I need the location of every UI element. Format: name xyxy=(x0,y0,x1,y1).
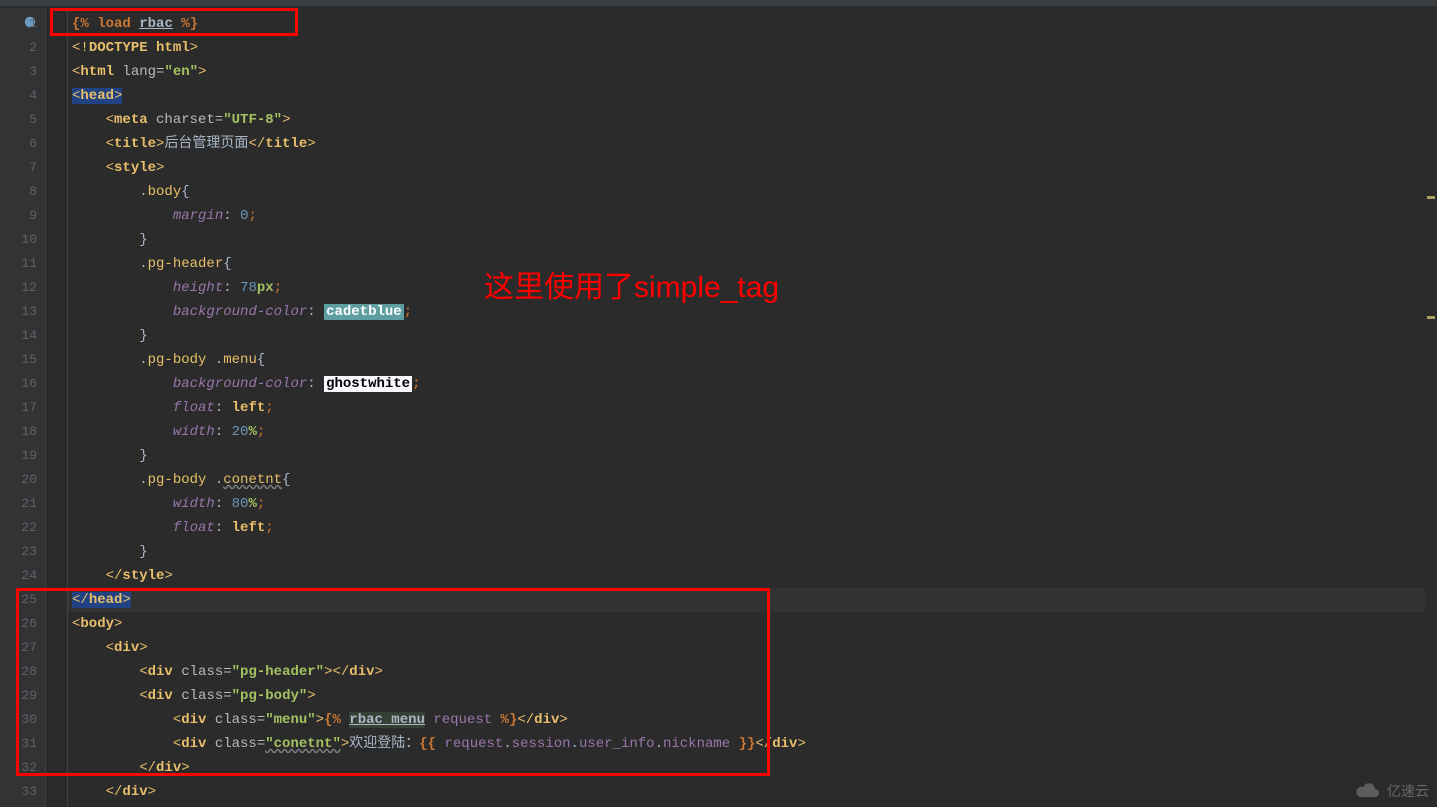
code-line: <div class="conetnt">欢迎登陆：{{ request.ses… xyxy=(68,732,1437,756)
line-number: 4 xyxy=(0,84,37,108)
line-number: 23 xyxy=(0,540,37,564)
code-line: <style> xyxy=(68,156,1437,180)
line-number: 10 xyxy=(0,228,37,252)
line-number-gutter[interactable]: 1 2 3 4 5 6 7 8 9 10 11 12 13 14 15 16 1… xyxy=(0,8,46,807)
line-number: 26 xyxy=(0,612,37,636)
line-number: 24 xyxy=(0,564,37,588)
code-line: <head> xyxy=(68,84,1437,108)
fold-column[interactable] xyxy=(46,8,68,807)
code-line: .pg-body .conetnt{ xyxy=(68,468,1437,492)
code-line: .body{ xyxy=(68,180,1437,204)
line-number: 7 xyxy=(0,156,37,180)
line-number: 27 xyxy=(0,636,37,660)
line-number: 20 xyxy=(0,468,37,492)
line-number: 18 xyxy=(0,420,37,444)
code-line: {% load rbac %} xyxy=(68,12,1437,36)
scrollbar[interactable] xyxy=(1425,16,1437,807)
line-number: 9 xyxy=(0,204,37,228)
editor: 1 2 3 4 5 6 7 8 9 10 11 12 13 14 15 16 1… xyxy=(0,8,1437,807)
code-line: float: left; xyxy=(68,396,1437,420)
code-line: </div> xyxy=(68,756,1437,780)
line-number: 5 xyxy=(0,108,37,132)
code-line: .pg-body .menu{ xyxy=(68,348,1437,372)
code-line: </div> xyxy=(68,780,1437,804)
code-line: <title>后台管理页面</title> xyxy=(68,132,1437,156)
code-line: <meta charset="UTF-8"> xyxy=(68,108,1437,132)
line-number: 17 xyxy=(0,396,37,420)
code-line: } xyxy=(68,540,1437,564)
line-number: 22 xyxy=(0,516,37,540)
code-line: background-color: ghostwhite; xyxy=(68,372,1437,396)
annotation-text: 这里使用了simple_tag xyxy=(484,262,779,306)
line-number: 25 xyxy=(0,588,37,612)
code-line: <div class="pg-header"></div> xyxy=(68,660,1437,684)
warning-marker[interactable] xyxy=(1427,196,1435,199)
line-number: 32 xyxy=(0,756,37,780)
line-number: 13 xyxy=(0,300,37,324)
line-number: 2 xyxy=(0,36,37,60)
cloud-icon xyxy=(1355,782,1381,800)
code-area[interactable]: {% load rbac %} <!DOCTYPE html> <html la… xyxy=(68,8,1437,807)
tab-bar[interactable] xyxy=(0,0,1437,8)
code-line: } xyxy=(68,228,1437,252)
code-line: } xyxy=(68,444,1437,468)
line-number: 15 xyxy=(0,348,37,372)
code-line: <div> xyxy=(68,636,1437,660)
line-number: 12 xyxy=(0,276,37,300)
line-number: 33 xyxy=(0,780,37,804)
line-number: 19 xyxy=(0,444,37,468)
line-number: 11 xyxy=(0,252,37,276)
line-number: 30 xyxy=(0,708,37,732)
code-line: <!DOCTYPE html> xyxy=(68,36,1437,60)
watermark: 亿速云 xyxy=(1355,781,1429,801)
line-number: 14 xyxy=(0,324,37,348)
code-line: float: left; xyxy=(68,516,1437,540)
code-line: <div class="menu">{% rbac_menu request %… xyxy=(68,708,1437,732)
code-line: </head> xyxy=(68,588,1437,612)
line-number: 6 xyxy=(0,132,37,156)
code-line: <body> xyxy=(68,612,1437,636)
code-line: <html lang="en"> xyxy=(68,60,1437,84)
line-number: 8 xyxy=(0,180,37,204)
line-number: 3 xyxy=(0,60,37,84)
code-line: margin: 0; xyxy=(68,204,1437,228)
code-line: </style> xyxy=(68,564,1437,588)
warning-marker[interactable] xyxy=(1427,316,1435,319)
code-line: <div class="pg-body"> xyxy=(68,684,1437,708)
line-number: 29 xyxy=(0,684,37,708)
line-number: 28 xyxy=(0,660,37,684)
code-line: width: 20%; xyxy=(68,420,1437,444)
line-number: 1 xyxy=(0,12,37,36)
line-number: 21 xyxy=(0,492,37,516)
code-line: } xyxy=(68,324,1437,348)
code-line: width: 80%; xyxy=(68,492,1437,516)
line-number: 16 xyxy=(0,372,37,396)
line-number: 31 xyxy=(0,732,37,756)
